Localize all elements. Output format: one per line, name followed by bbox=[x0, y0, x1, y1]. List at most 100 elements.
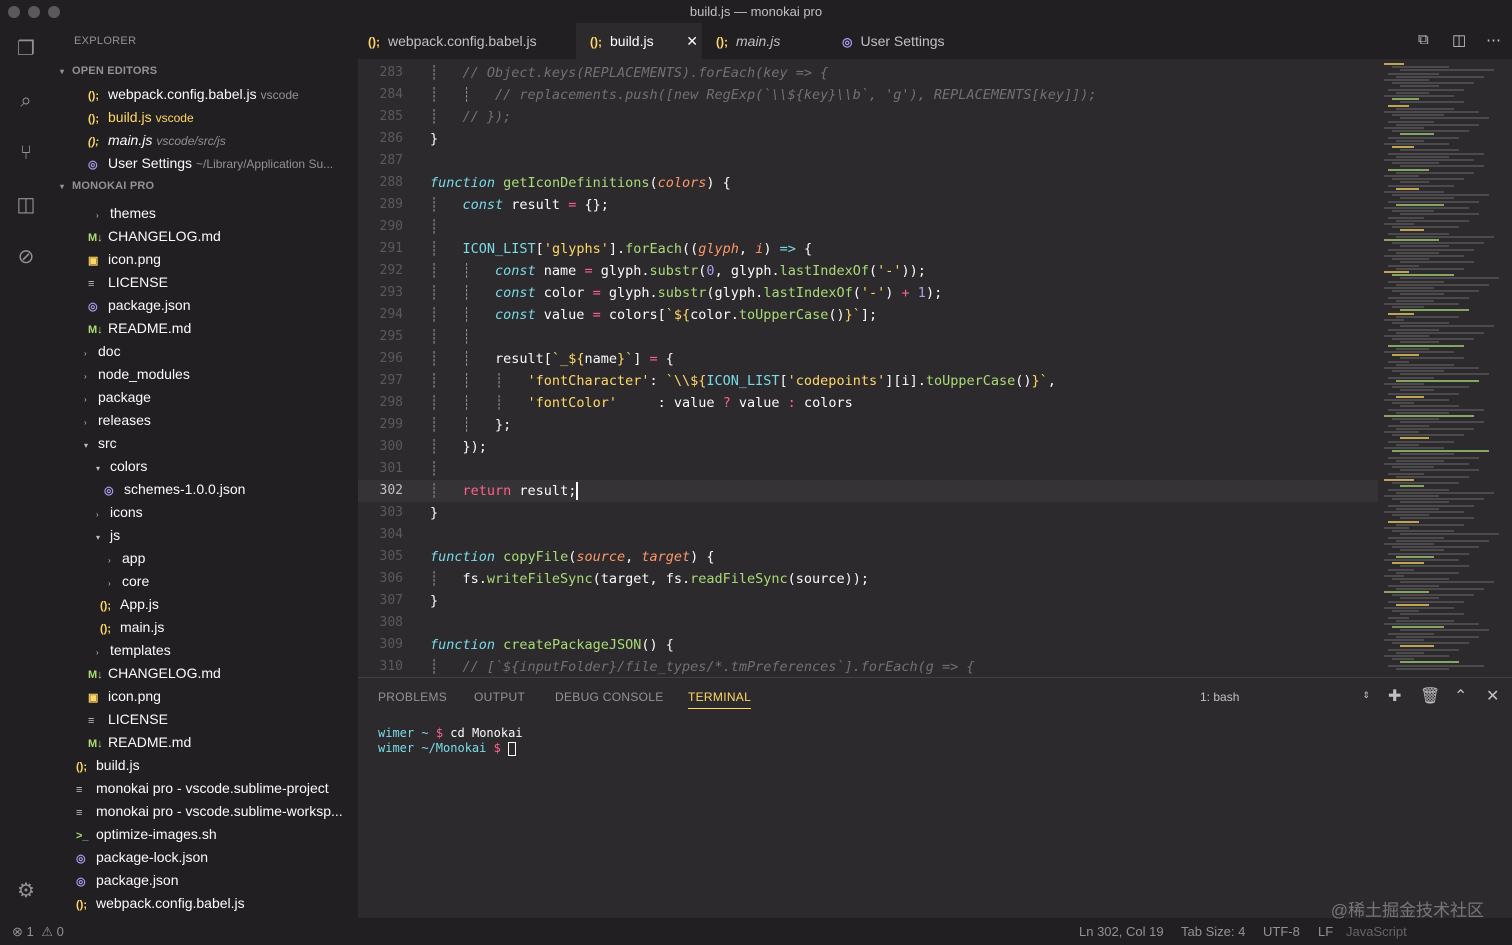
tree-item[interactable]: (); main.js bbox=[100, 616, 164, 639]
tree-item[interactable]: ◎ schemes-1.0.0.json bbox=[104, 478, 245, 501]
open-editor-item[interactable]: ◎ User Settings ~/Library/Application Su..… bbox=[88, 152, 333, 175]
tree-item[interactable]: ▣ icon.png bbox=[88, 248, 161, 271]
open-editor-item[interactable]: (); webpack.config.babel.js vscode bbox=[88, 83, 299, 106]
terminal-line: wimer ~ $ cd Monokai bbox=[378, 726, 523, 740]
open-editors-header[interactable]: ▾ OPEN EDITORS bbox=[60, 65, 157, 77]
terminal-cursor bbox=[508, 741, 517, 756]
minimap-line bbox=[1396, 251, 1439, 254]
minimap-line bbox=[1400, 613, 1464, 616]
problems-status[interactable]: ⊗ 1 ⚠ 0 bbox=[12, 918, 64, 945]
tree-item[interactable]: › app bbox=[108, 547, 145, 570]
warning-icon: ⚠ bbox=[41, 924, 54, 939]
tree-item[interactable]: M↓ README.md bbox=[88, 731, 191, 754]
chevron-right-icon: › bbox=[96, 510, 99, 519]
new-terminal-icon[interactable]: ✚ bbox=[1388, 686, 1401, 706]
cursor-position[interactable]: Ln 302, Col 19 bbox=[1079, 918, 1164, 945]
maximize-window-button[interactable] bbox=[48, 6, 60, 18]
project-header[interactable]: ▾ MONOKAI PRO bbox=[60, 180, 154, 192]
open-changes-icon[interactable]: ⧉ bbox=[1418, 31, 1429, 48]
minimize-window-button[interactable] bbox=[28, 6, 40, 18]
minimap-line bbox=[1388, 152, 1484, 155]
tree-item[interactable]: (); webpack.config.babel.js bbox=[76, 892, 245, 915]
tree-item[interactable]: M↓ CHANGELOG.md bbox=[88, 662, 221, 685]
tree-item[interactable]: ≡ LICENSE bbox=[88, 708, 168, 731]
tree-item[interactable]: ▾ js bbox=[96, 524, 120, 547]
minimap-line bbox=[1396, 235, 1494, 238]
minimap-line bbox=[1384, 63, 1404, 65]
tree-item[interactable]: ◎ package-lock.json bbox=[76, 846, 208, 869]
terminal-select[interactable]: 1: bash ⇕ bbox=[1200, 690, 1370, 704]
tree-item[interactable]: › core bbox=[108, 570, 149, 593]
minimap-line bbox=[1388, 120, 1434, 123]
debug-icon[interactable]: ⊘ bbox=[14, 245, 38, 269]
files-icon[interactable]: ❐ bbox=[14, 37, 38, 61]
minimap[interactable] bbox=[1378, 59, 1512, 677]
minimap-line bbox=[1384, 79, 1429, 81]
tree-item[interactable]: ▾ src bbox=[84, 432, 117, 455]
close-icon[interactable]: ✕ bbox=[686, 23, 698, 59]
minimap-line bbox=[1400, 85, 1439, 88]
gear-icon[interactable]: ⚙ bbox=[14, 879, 38, 903]
tab-size[interactable]: Tab Size: 4 bbox=[1181, 918, 1245, 945]
tree-item[interactable]: › node_modules bbox=[84, 363, 190, 386]
tree-item[interactable]: ≡ monokai pro - vscode.sublime-worksp... bbox=[76, 800, 343, 823]
minimap-line bbox=[1392, 338, 1474, 341]
tree-item[interactable]: >_ optimize-images.sh bbox=[76, 823, 217, 846]
tree-item[interactable]: ▾ colors bbox=[96, 455, 147, 478]
extensions-icon[interactable]: ◫ bbox=[14, 193, 38, 217]
tree-item[interactable]: ≡ monokai pro - vscode.sublime-project bbox=[76, 777, 329, 800]
tree-item[interactable]: › themes bbox=[96, 202, 156, 225]
tree-item[interactable]: › icons bbox=[96, 501, 143, 524]
tree-item[interactable]: ▣ icon.png bbox=[88, 685, 161, 708]
terminal-line[interactable]: wimer ~/Monokai $ bbox=[378, 741, 517, 756]
code-line: 290 ┊ bbox=[379, 219, 439, 235]
tree-item[interactable]: ◎ package.json bbox=[88, 294, 191, 317]
tab-debug-console[interactable]: DEBUG CONSOLE bbox=[555, 690, 664, 704]
minimap-line bbox=[1384, 239, 1439, 241]
tree-item[interactable]: › package bbox=[84, 386, 151, 409]
minimap-line bbox=[1396, 395, 1424, 398]
code-editor[interactable]: 283 ┊ // Object.keys(REPLACEMENTS).forEac… bbox=[358, 59, 1378, 677]
more-actions-icon[interactable]: ⋯ bbox=[1486, 31, 1501, 49]
tab-output[interactable]: OUTPUT bbox=[474, 690, 525, 704]
split-editor-icon[interactable]: ◫ bbox=[1452, 31, 1466, 49]
eol[interactable]: LF bbox=[1318, 918, 1333, 945]
tab-webpack-config[interactable]: (); webpack.config.babel.js bbox=[368, 23, 576, 59]
tree-item[interactable]: › releases bbox=[84, 409, 151, 432]
minimap-line bbox=[1396, 667, 1449, 670]
tab-user-settings[interactable]: ◎ User Settings bbox=[842, 23, 992, 59]
tree-item[interactable]: M↓ CHANGELOG.md bbox=[88, 225, 221, 248]
close-window-button[interactable] bbox=[8, 6, 20, 18]
minimap-line bbox=[1400, 549, 1444, 552]
tree-item[interactable]: › templates bbox=[96, 639, 171, 662]
open-editor-item[interactable]: (); main.js vscode/src/js bbox=[88, 129, 226, 152]
source-control-icon[interactable]: ⑂ bbox=[14, 141, 38, 165]
language-mode[interactable]: JavaScript bbox=[1346, 918, 1407, 945]
minimap-line bbox=[1396, 267, 1464, 270]
tree-item[interactable]: (); build.js bbox=[76, 754, 140, 777]
open-editor-item[interactable]: (); build.js vscode bbox=[88, 106, 194, 129]
minimap-line bbox=[1392, 370, 1444, 373]
tab-terminal[interactable]: TERMINAL bbox=[688, 690, 752, 709]
tree-item[interactable]: M↓ README.md bbox=[88, 317, 191, 340]
minimap-line bbox=[1384, 591, 1429, 593]
tree-item[interactable]: (); App.js bbox=[100, 593, 159, 616]
shell-icon: >_ bbox=[76, 830, 89, 842]
explorer-title: EXPLORER bbox=[74, 35, 137, 47]
minimap-line bbox=[1384, 655, 1449, 657]
maximize-panel-icon[interactable]: ⌃ bbox=[1454, 686, 1467, 706]
minimap-line bbox=[1388, 168, 1429, 171]
encoding[interactable]: UTF-8 bbox=[1263, 918, 1300, 945]
minimap-line bbox=[1396, 507, 1439, 510]
tree-item[interactable]: › doc bbox=[84, 340, 121, 363]
tab-main-js[interactable]: (); main.js bbox=[716, 23, 836, 59]
trash-icon[interactable]: 🗑 bbox=[1420, 686, 1440, 706]
tab-problems[interactable]: PROBLEMS bbox=[378, 690, 447, 704]
search-icon[interactable]: ⌕ bbox=[14, 89, 38, 113]
tree-item[interactable]: ≡ LICENSE bbox=[88, 271, 168, 294]
tab-build-js[interactable]: (); build.js ✕ bbox=[576, 23, 702, 59]
minimap-line bbox=[1396, 315, 1459, 318]
tree-item[interactable]: ◎ package.json bbox=[76, 869, 179, 892]
chevron-right-icon: › bbox=[96, 211, 99, 220]
close-panel-icon[interactable]: ✕ bbox=[1486, 686, 1499, 706]
